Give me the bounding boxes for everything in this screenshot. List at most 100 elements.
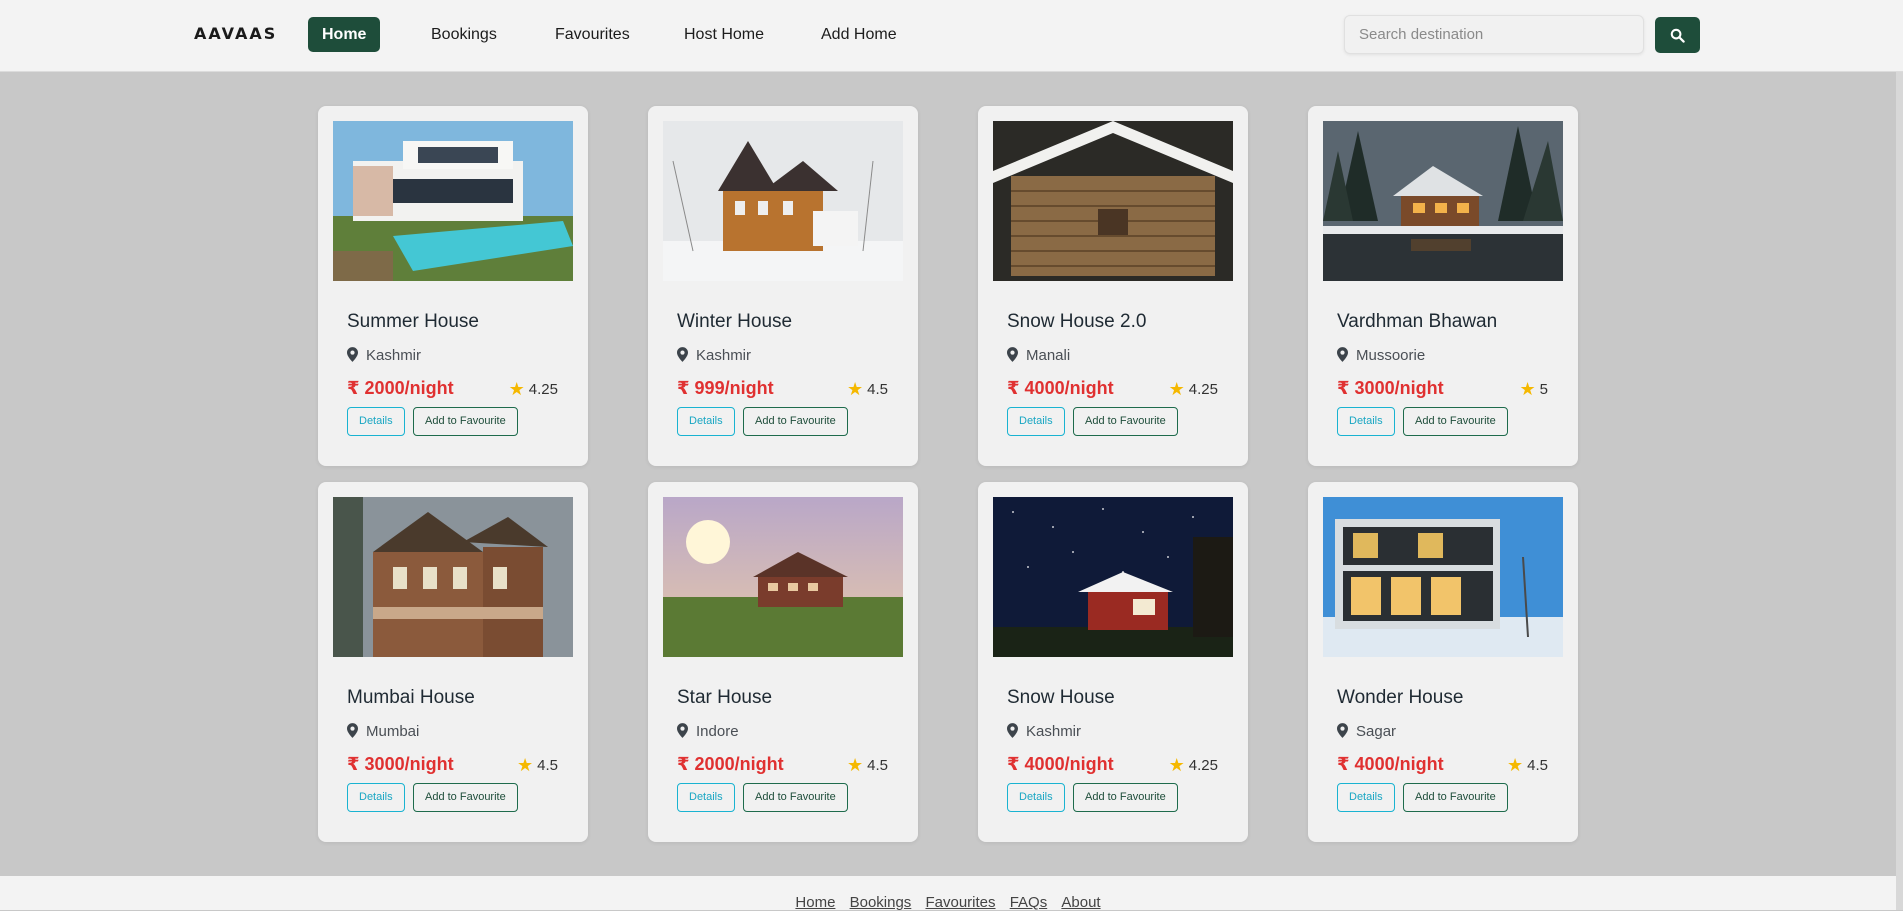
details-button[interactable]: Details (1007, 407, 1065, 436)
listing-image[interactable] (333, 121, 573, 281)
listing-location: Mumbai (347, 723, 419, 740)
listing-price-value: 4000/night (1354, 754, 1444, 774)
add-to-favourite-button[interactable]: Add to Favourite (743, 407, 848, 436)
listing-price-value: 3000/night (1354, 378, 1444, 398)
rupee-symbol: ₹ (1007, 378, 1020, 398)
rupee-symbol: ₹ (677, 378, 690, 398)
listing-image[interactable] (1323, 497, 1563, 657)
rupee-symbol: ₹ (677, 754, 690, 774)
nav-add-home[interactable]: Add Home (807, 17, 911, 52)
add-to-favourite-button[interactable]: Add to Favourite (1403, 407, 1508, 436)
listing-price-value: 4000/night (1024, 378, 1114, 398)
page-footer: Home Bookings Favourites FAQs About (0, 876, 1896, 911)
listing-card: Wonder House Sagar ₹ 4000/night ★ 4.5 Det… (1308, 482, 1578, 842)
details-button[interactable]: Details (1337, 407, 1395, 436)
footer-link-favourites[interactable]: Favourites (925, 894, 995, 911)
listing-price: ₹ 4000/night (1007, 378, 1114, 399)
add-to-favourite-button[interactable]: Add to Favourite (1073, 783, 1178, 812)
location-pin-icon (347, 723, 358, 738)
listing-rating-value: 4.25 (528, 381, 558, 398)
details-button[interactable]: Details (347, 407, 405, 436)
listing-rating-value: 4.5 (867, 757, 888, 774)
listing-title: Winter House (677, 311, 793, 332)
rupee-symbol: ₹ (1337, 754, 1350, 774)
listing-title: Wonder House (1337, 687, 1464, 708)
listing-price: ₹ 3000/night (347, 754, 454, 775)
listing-price: ₹ 2000/night (677, 754, 784, 775)
listing-price-value: 2000/night (694, 754, 784, 774)
listing-card: Snow House Kashmir ₹ 4000/night ★ 4.25 De… (978, 482, 1248, 842)
listing-rating-value: 5 (1539, 381, 1548, 398)
listing-price: ₹ 2000/night (347, 378, 454, 399)
listing-card: Star House Indore ₹ 2000/night ★ 4.5 Deta… (648, 482, 918, 842)
add-to-favourite-button[interactable]: Add to Favourite (1403, 783, 1508, 812)
listing-location-text: Kashmir (696, 347, 752, 364)
top-navbar: AAVAAS Home Bookings Favourites Host Hom… (0, 0, 1903, 72)
details-button[interactable]: Details (677, 407, 735, 436)
footer-link-home[interactable]: Home (795, 894, 835, 911)
location-pin-icon (1337, 347, 1348, 362)
listing-image[interactable] (1323, 121, 1563, 281)
listing-title: Summer House (347, 311, 479, 332)
nav-home[interactable]: Home (308, 17, 381, 52)
add-to-favourite-button[interactable]: Add to Favourite (743, 783, 848, 812)
search-button[interactable] (1655, 17, 1700, 53)
listing-image[interactable] (333, 497, 573, 657)
footer-links: Home Bookings Favourites FAQs About (0, 894, 1896, 911)
listing-title: Snow House (1007, 687, 1115, 708)
listing-card: Vardhman Bhawan Mussoorie ₹ 3000/night ★… (1308, 106, 1578, 466)
listing-image[interactable] (663, 121, 903, 281)
listing-price: ₹ 4000/night (1007, 754, 1114, 775)
listing-location-text: Kashmir (366, 347, 422, 364)
details-button[interactable]: Details (1337, 783, 1395, 812)
listing-price-value: 999/night (694, 378, 774, 398)
listing-location: Mussoorie (1337, 347, 1425, 364)
nav-bookings[interactable]: Bookings (417, 17, 511, 52)
location-pin-icon (1007, 347, 1018, 362)
listing-location-text: Kashmir (1026, 723, 1082, 740)
listing-location: Kashmir (1007, 723, 1081, 740)
listing-card: Mumbai House Mumbai ₹ 3000/night ★ 4.5 De… (318, 482, 588, 842)
listing-image[interactable] (663, 497, 903, 657)
details-button[interactable]: Details (677, 783, 735, 812)
add-to-favourite-button[interactable]: Add to Favourite (1073, 407, 1178, 436)
listing-image[interactable] (993, 497, 1233, 657)
search-input[interactable] (1344, 15, 1644, 54)
nav-host-home[interactable]: Host Home (670, 17, 778, 52)
footer-link-about[interactable]: About (1061, 894, 1100, 911)
details-button[interactable]: Details (1007, 783, 1065, 812)
footer-link-bookings[interactable]: Bookings (850, 894, 912, 911)
brand-logo[interactable]: AAVAAS (194, 24, 277, 43)
star-icon: ★ (1168, 755, 1185, 775)
star-icon: ★ (847, 379, 864, 399)
rupee-symbol: ₹ (1337, 378, 1350, 398)
rupee-symbol: ₹ (347, 754, 360, 774)
add-to-favourite-button[interactable]: Add to Favourite (413, 407, 518, 436)
details-button[interactable]: Details (347, 783, 405, 812)
listing-rating: ★ 4.25 (509, 379, 558, 400)
star-icon: ★ (1168, 379, 1185, 399)
listing-image[interactable] (993, 121, 1233, 281)
listing-rating-value: 4.5 (867, 381, 888, 398)
location-pin-icon (677, 347, 688, 362)
location-pin-icon (677, 723, 688, 738)
page-scrollbar[interactable] (1896, 72, 1903, 910)
listing-location-text: Mussoorie (1356, 347, 1426, 364)
listing-price-value: 3000/night (364, 754, 454, 774)
listing-rating-value: 4.5 (1527, 757, 1548, 774)
listing-location: Kashmir (347, 347, 421, 364)
add-to-favourite-button[interactable]: Add to Favourite (413, 783, 518, 812)
listing-location: Sagar (1337, 723, 1396, 740)
listing-card: Winter House Kashmir ₹ 999/night ★ 4.5 De… (648, 106, 918, 466)
footer-link-faqs[interactable]: FAQs (1010, 894, 1048, 911)
nav-favourites[interactable]: Favourites (541, 17, 644, 52)
location-pin-icon (347, 347, 358, 362)
listing-rating: ★ 5 (1520, 379, 1548, 400)
listing-rating: ★ 4.5 (1507, 755, 1548, 776)
listing-price: ₹ 4000/night (1337, 754, 1444, 775)
star-icon: ★ (847, 755, 864, 775)
listing-title: Star House (677, 687, 773, 708)
listing-rating-value: 4.25 (1188, 381, 1218, 398)
star-icon: ★ (1519, 379, 1536, 399)
listing-location-text: Indore (696, 723, 739, 740)
